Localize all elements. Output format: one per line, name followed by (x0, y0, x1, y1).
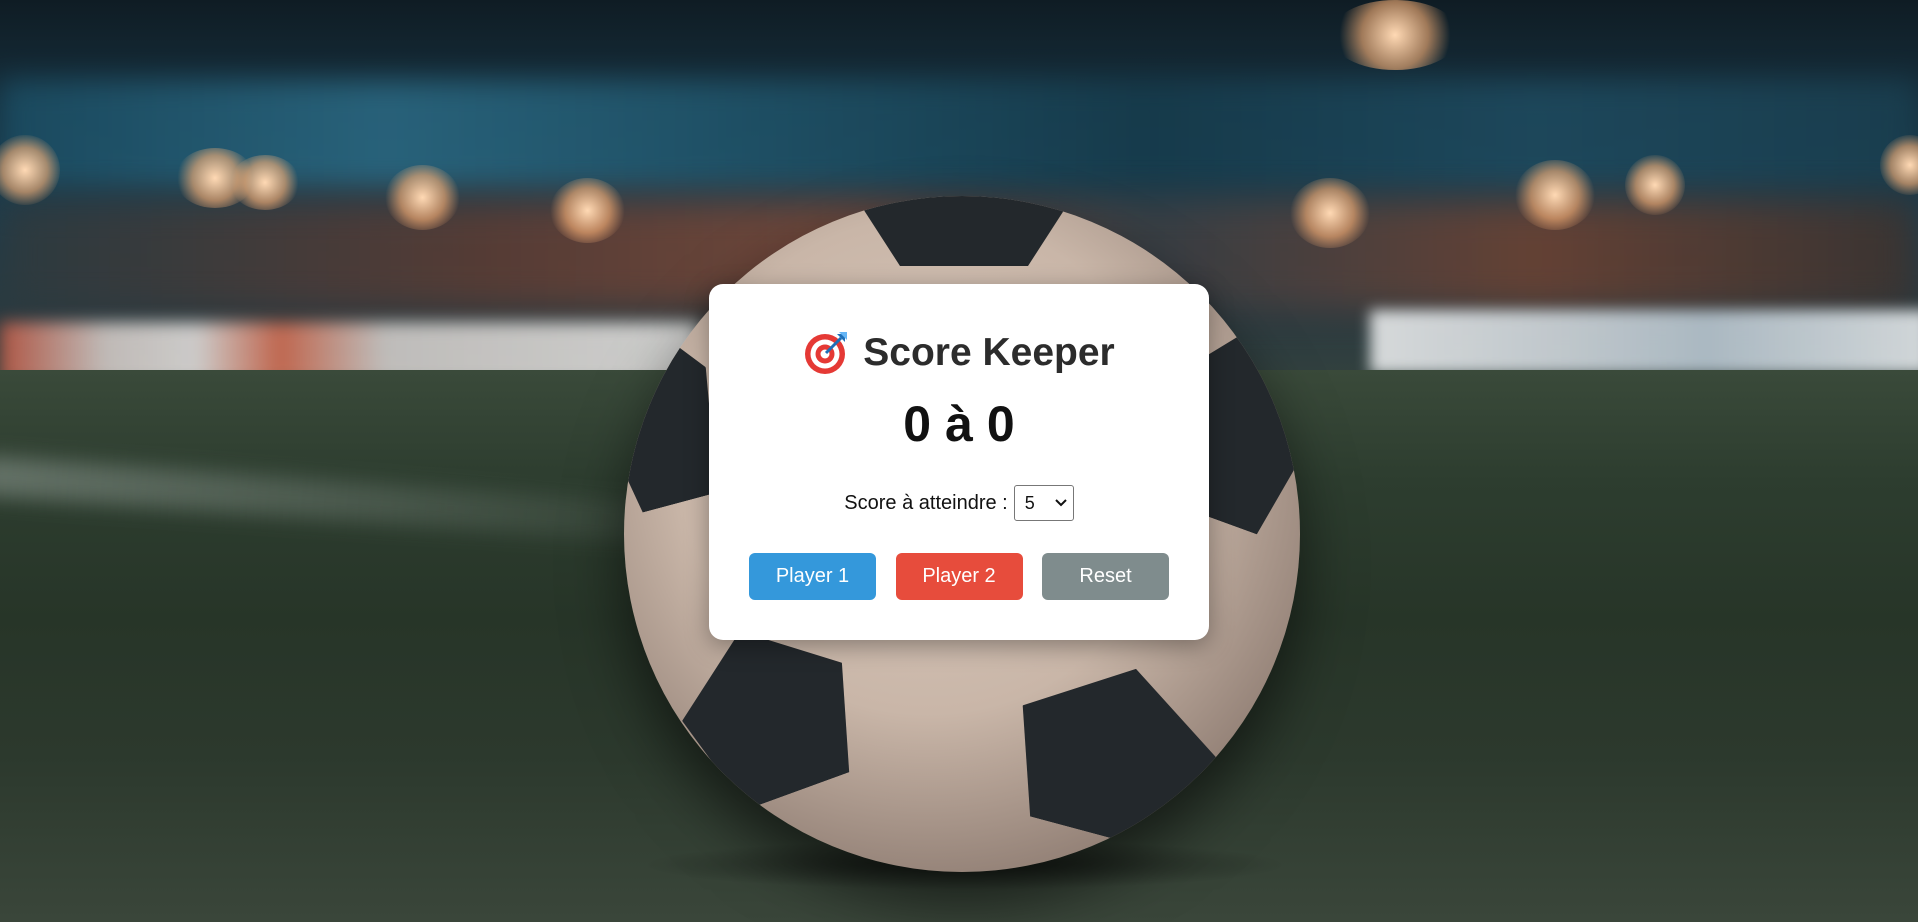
stadium-light (1515, 160, 1595, 230)
player1-button[interactable]: Player 1 (749, 553, 876, 600)
button-row: Player 1 Player 2 Reset (749, 553, 1169, 601)
winning-score-label: Score à atteindre : (844, 491, 1008, 514)
reset-button[interactable]: Reset (1042, 553, 1169, 600)
score-separator: à (945, 396, 973, 452)
stadium-light (230, 155, 300, 210)
stadium-light (1330, 0, 1460, 70)
advertising-board-right (1370, 310, 1918, 374)
player2-score: 0 (986, 396, 1015, 452)
player1-score: 0 (903, 396, 932, 452)
stadium-light (1290, 178, 1370, 248)
winning-score-select[interactable]: 5 (1013, 485, 1074, 521)
score-display: 0 à 0 (709, 394, 1209, 454)
player2-button[interactable]: Player 2 (895, 553, 1023, 600)
winning-score-row: Score à atteindre : 5 (709, 484, 1209, 522)
page-title: Score Keeper (709, 328, 1209, 378)
chevron-down-icon (1055, 499, 1067, 507)
score-keeper-card: Score Keeper 0 à 0 Score à atteindre : 5… (709, 284, 1209, 640)
app-title-text: Score Keeper (863, 331, 1115, 374)
target-icon (805, 332, 848, 374)
stadium-light (550, 178, 625, 243)
ball-patch (864, 196, 1064, 266)
stadium-light (385, 165, 460, 230)
winning-score-value: 5 (1024, 492, 1035, 513)
stadium-light (1625, 155, 1685, 215)
